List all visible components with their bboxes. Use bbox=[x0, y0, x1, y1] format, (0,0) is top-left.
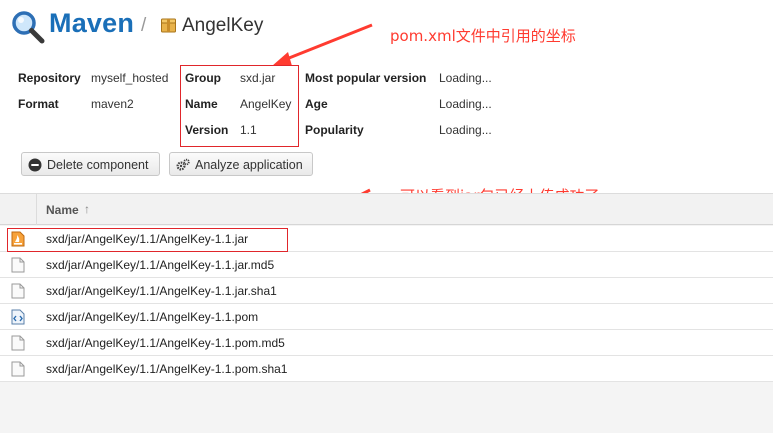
delete-component-label: Delete component bbox=[47, 158, 149, 172]
table-cell-name: sxd/jar/AngelKey/1.1/AngelKey-1.1.pom bbox=[46, 310, 259, 324]
table-header: Name ↑ bbox=[0, 193, 773, 225]
format-value: maven2 bbox=[91, 97, 134, 111]
file-icon bbox=[11, 335, 25, 351]
name-column-header[interactable]: Name bbox=[46, 203, 79, 217]
file-icon bbox=[11, 361, 25, 377]
table-row[interactable]: sxd/jar/AngelKey/1.1/AngelKey-1.1.jar.md… bbox=[0, 252, 773, 278]
table-cell-name: sxd/jar/AngelKey/1.1/AngelKey-1.1.pom.sh… bbox=[46, 362, 288, 376]
icon-column-header bbox=[0, 194, 37, 225]
analyze-application-button[interactable]: Analyze application bbox=[169, 152, 313, 176]
table-cell-name: sxd/jar/AngelKey/1.1/AngelKey-1.1.jar.sh… bbox=[46, 284, 277, 298]
popular-version-value: Loading... bbox=[439, 71, 492, 85]
age-label: Age bbox=[305, 97, 328, 111]
name-value: AngelKey bbox=[240, 97, 292, 111]
sort-ascending-icon[interactable]: ↑ bbox=[84, 202, 90, 216]
name-label: Name bbox=[185, 97, 218, 111]
table-row[interactable]: sxd/jar/AngelKey/1.1/AngelKey-1.1.pom.md… bbox=[0, 330, 773, 356]
jar-row-highlight-box bbox=[7, 228, 288, 252]
group-value: sxd.jar bbox=[240, 71, 276, 85]
repository-label: Repository bbox=[18, 71, 81, 85]
version-label: Version bbox=[185, 123, 229, 137]
repository-value: myself_hosted bbox=[91, 71, 169, 85]
popular-version-label: Most popular version bbox=[305, 71, 427, 85]
delete-icon bbox=[28, 158, 42, 172]
table-row[interactable]: sxd/jar/AngelKey/1.1/AngelKey-1.1.jar.sh… bbox=[0, 278, 773, 304]
format-label: Format bbox=[18, 97, 59, 111]
table-row[interactable]: sxd/jar/AngelKey/1.1/AngelKey-1.1.pom.sh… bbox=[0, 356, 773, 382]
version-value: 1.1 bbox=[240, 123, 257, 137]
analyze-application-label: Analyze application bbox=[195, 158, 303, 172]
popularity-label: Popularity bbox=[305, 123, 364, 137]
group-label: Group bbox=[185, 71, 221, 85]
xml-file-icon bbox=[11, 309, 25, 325]
file-icon bbox=[11, 257, 25, 273]
age-value: Loading... bbox=[439, 97, 492, 111]
gears-icon bbox=[176, 158, 190, 171]
table-row[interactable]: sxd/jar/AngelKey/1.1/AngelKey-1.1.pom bbox=[0, 304, 773, 330]
delete-component-button[interactable]: Delete component bbox=[21, 152, 160, 176]
table-cell-name: sxd/jar/AngelKey/1.1/AngelKey-1.1.pom.md… bbox=[46, 336, 285, 350]
table-cell-name: sxd/jar/AngelKey/1.1/AngelKey-1.1.jar.md… bbox=[46, 258, 275, 272]
popularity-value: Loading... bbox=[439, 123, 492, 137]
file-icon bbox=[11, 283, 25, 299]
annotation-arrow-top bbox=[272, 23, 373, 66]
